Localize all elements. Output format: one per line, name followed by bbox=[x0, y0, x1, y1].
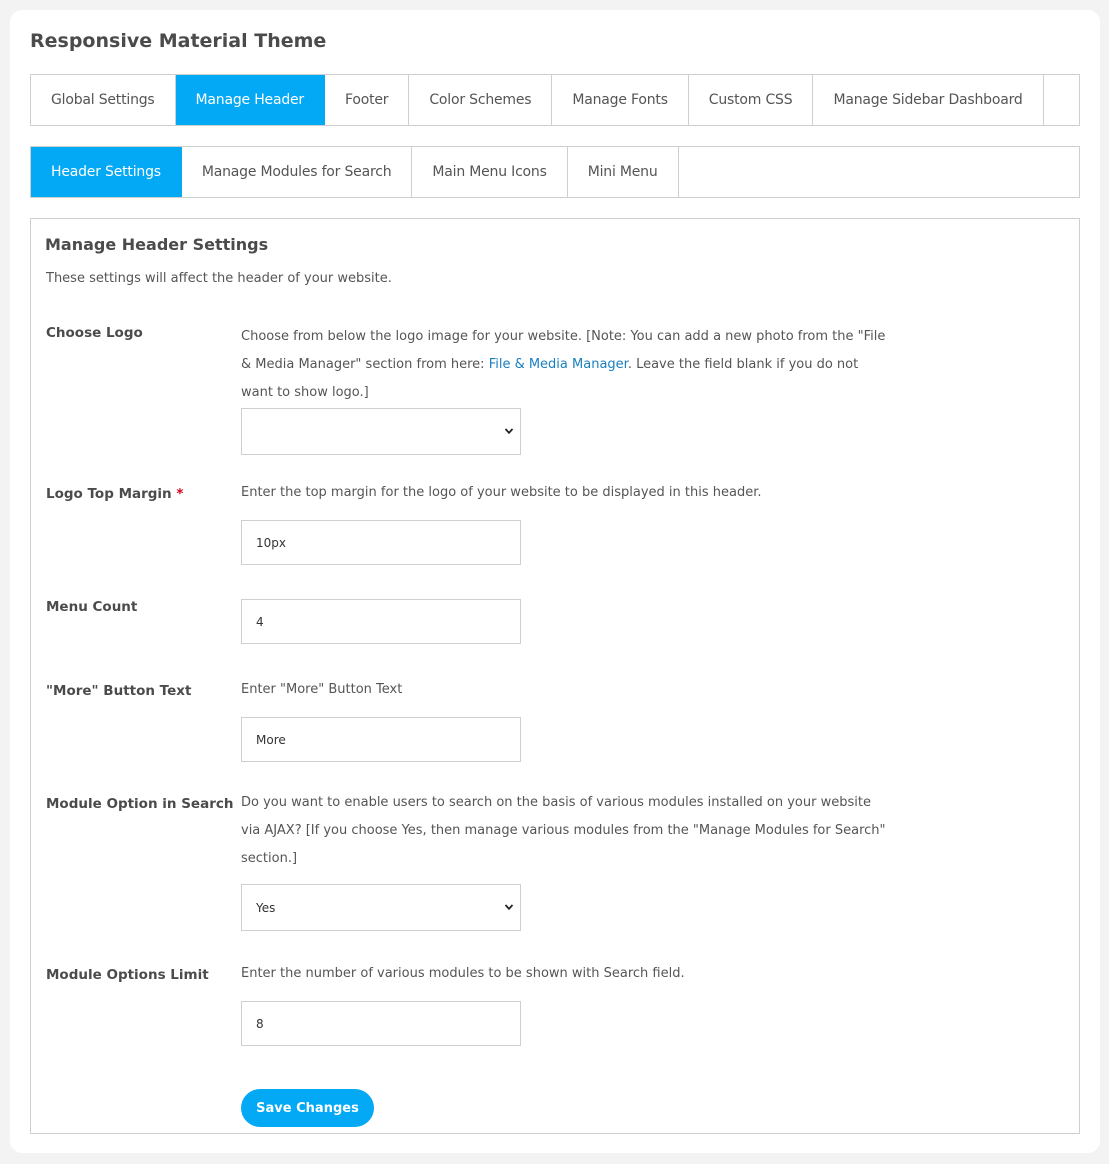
chevron-down-icon bbox=[504, 903, 514, 910]
panel-title: Manage Header Settings bbox=[45, 235, 269, 254]
settings-card: Responsive Material Theme Global Setting… bbox=[10, 10, 1100, 1153]
more-button-text-input[interactable]: More bbox=[241, 717, 521, 762]
sub-tab-bar: Header Settings Manage Modules for Searc… bbox=[30, 146, 1080, 198]
menu-count-input[interactable]: 4 bbox=[241, 599, 521, 644]
module-options-limit-label: Module Options Limit bbox=[46, 967, 209, 983]
module-options-limit-input[interactable]: 8 bbox=[241, 1001, 521, 1046]
logo-top-margin-input[interactable]: 10px bbox=[241, 520, 521, 565]
required-asterisk: * bbox=[176, 486, 184, 502]
module-option-label: Module Option in Search bbox=[46, 796, 234, 812]
save-changes-button[interactable]: Save Changes bbox=[241, 1089, 374, 1127]
panel-description: These settings will affect the header of… bbox=[46, 271, 392, 286]
tab-manage-header[interactable]: Manage Header bbox=[175, 75, 325, 125]
module-option-select[interactable]: Yes bbox=[241, 884, 521, 931]
chevron-down-icon bbox=[504, 427, 514, 434]
subtab-mini-menu[interactable]: Mini Menu bbox=[568, 147, 679, 197]
tab-global-settings[interactable]: Global Settings bbox=[31, 75, 176, 125]
main-tab-bar: Global Settings Manage Header Footer Col… bbox=[30, 74, 1080, 126]
subtab-header-settings[interactable]: Header Settings bbox=[31, 147, 182, 197]
logo-top-margin-label: Logo Top Margin * bbox=[46, 486, 184, 502]
tab-color-schemes[interactable]: Color Schemes bbox=[409, 75, 553, 125]
header-settings-panel: Manage Header Settings These settings wi… bbox=[30, 218, 1080, 1134]
subtab-manage-modules-for-search[interactable]: Manage Modules for Search bbox=[182, 147, 413, 197]
choose-logo-hint: Choose from below the logo image for you… bbox=[241, 329, 886, 400]
more-button-text-hint: Enter "More" Button Text bbox=[241, 682, 403, 697]
menu-count-label: Menu Count bbox=[46, 599, 138, 615]
logo-select[interactable] bbox=[241, 408, 521, 455]
page-title: Responsive Material Theme bbox=[30, 30, 327, 52]
logo-top-margin-hint: Enter the top margin for the logo of you… bbox=[241, 485, 762, 500]
subtab-main-menu-icons[interactable]: Main Menu Icons bbox=[412, 147, 568, 197]
tab-footer[interactable]: Footer bbox=[325, 75, 410, 125]
tab-custom-css[interactable]: Custom CSS bbox=[689, 75, 814, 125]
module-options-limit-hint: Enter the number of various modules to b… bbox=[241, 966, 685, 981]
file-media-manager-link[interactable]: File & Media Manager bbox=[489, 357, 628, 372]
more-button-text-label: "More" Button Text bbox=[46, 683, 192, 699]
module-option-hint: Do you want to enable users to search on… bbox=[241, 795, 886, 866]
tab-manage-fonts[interactable]: Manage Fonts bbox=[552, 75, 689, 125]
tab-manage-sidebar-dashboard[interactable]: Manage Sidebar Dashboard bbox=[813, 75, 1044, 125]
choose-logo-label: Choose Logo bbox=[46, 325, 143, 341]
